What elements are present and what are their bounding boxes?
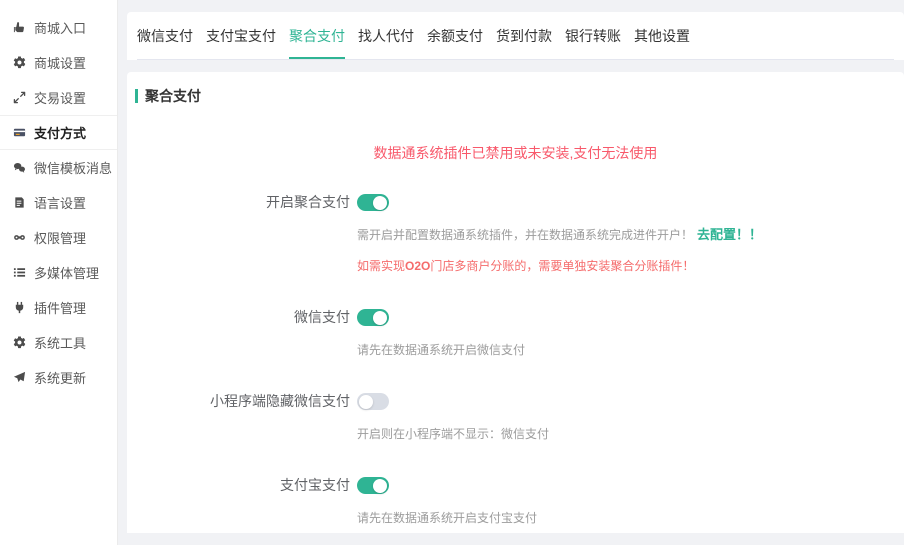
plug-icon <box>12 301 26 315</box>
row-label: 支付宝支付 <box>127 477 350 526</box>
sidebar-item-payment-methods[interactable]: 支付方式 <box>0 115 117 150</box>
sidebar-item-label: 支付方式 <box>34 123 86 142</box>
helper-text: 开启则在小程序端不显示：微信支付 <box>357 426 904 442</box>
go-configure-link[interactable]: 去配置！！ <box>697 227 762 242</box>
enable-aggregate-pay-toggle[interactable] <box>357 194 389 211</box>
row-label: 微信支付 <box>127 309 350 358</box>
sidebar-item-permissions[interactable]: 权限管理 <box>0 220 117 255</box>
helper-red-text: 如需实现O2O门店多商户分账的，需要单独安装聚合分账插件！ <box>357 258 904 274</box>
plugin-disabled-warning: 数据通系统插件已禁用或未安装,支付无法使用 <box>127 143 904 163</box>
settings-form: 开启聚合支付 需开启并配置数据通系统插件，并在数据通系统完成进件开户！去配置！！… <box>127 194 904 526</box>
sidebar-item-label: 系统更新 <box>34 368 86 387</box>
tab-pay-for-me[interactable]: 找人代付 <box>358 12 414 59</box>
sidebar-item-system-update[interactable]: 系统更新 <box>0 360 117 395</box>
form-row-hide-wechat-pay-miniprogram: 小程序端隐藏微信支付 开启则在小程序端不显示：微信支付 <box>127 393 904 442</box>
paper-plane-icon <box>12 371 26 385</box>
sidebar-item-mall-settings[interactable]: 商城设置 <box>0 45 117 80</box>
row-label: 开启聚合支付 <box>127 194 350 274</box>
section-header: 聚合支付 <box>127 72 904 106</box>
gear-icon <box>12 56 26 70</box>
sidebar-item-label: 语言设置 <box>34 193 86 212</box>
toggle-knob <box>373 479 387 493</box>
sidebar: 商城入口 商城设置 交易设置 支付方式 微信模板消息 语言设置 权限管理 <box>0 0 118 545</box>
toggle-knob <box>359 395 373 409</box>
content-area: 微信支付 支付宝支付 聚合支付 找人代付 余额支付 货到付款 银行转账 其他设置… <box>127 0 904 545</box>
form-row-wechat-pay: 微信支付 请先在数据通系统开启微信支付 <box>127 309 904 358</box>
form-row-enable-aggregate-pay: 开启聚合支付 需开启并配置数据通系统插件，并在数据通系统完成进件开户！去配置！！… <box>127 194 904 274</box>
tools-gear-icon <box>12 336 26 350</box>
tab-bank-transfer[interactable]: 银行转账 <box>565 12 621 59</box>
helper-text: 请先在数据通系统开启支付宝支付 <box>357 510 904 526</box>
section-title-text: 聚合支付 <box>145 86 201 106</box>
toggle-knob <box>373 196 387 210</box>
payment-tabs: 微信支付 支付宝支付 聚合支付 找人代付 余额支付 货到付款 银行转账 其他设置 <box>137 12 894 60</box>
sidebar-item-system-tools[interactable]: 系统工具 <box>0 325 117 360</box>
sidebar-item-label: 商城设置 <box>34 53 86 72</box>
sidebar-item-label: 插件管理 <box>34 298 86 317</box>
tab-other-settings[interactable]: 其他设置 <box>634 12 690 59</box>
payment-tabs-card: 微信支付 支付宝支付 聚合支付 找人代付 余额支付 货到付款 银行转账 其他设置 <box>127 12 904 60</box>
sidebar-item-label: 系统工具 <box>34 333 86 352</box>
sidebar-item-trade-settings[interactable]: 交易设置 <box>0 80 117 115</box>
sidebar-item-mall-entry[interactable]: 商城入口 <box>0 10 117 45</box>
language-book-icon <box>12 196 26 210</box>
storefront-entry-icon <box>12 21 26 35</box>
form-row-alipay: 支付宝支付 请先在数据通系统开启支付宝支付 <box>127 477 904 526</box>
section-accent-bar <box>135 89 138 103</box>
sidebar-item-plugins[interactable]: 插件管理 <box>0 290 117 325</box>
tab-cash-on-delivery[interactable]: 货到付款 <box>496 12 552 59</box>
goggles-icon <box>12 231 26 245</box>
tab-wechat-pay[interactable]: 微信支付 <box>137 12 193 59</box>
tab-alipay[interactable]: 支付宝支付 <box>206 12 276 59</box>
toggle-knob <box>373 311 387 325</box>
sidebar-item-wechat-template-msg[interactable]: 微信模板消息 <box>0 150 117 185</box>
alipay-toggle[interactable] <box>357 477 389 494</box>
list-icon <box>12 266 26 280</box>
aggregate-pay-panel: 聚合支付 数据通系统插件已禁用或未安装,支付无法使用 开启聚合支付 需开启并配置… <box>127 72 904 533</box>
tab-aggregate-pay[interactable]: 聚合支付 <box>289 12 345 59</box>
sidebar-item-label: 多媒体管理 <box>34 263 99 282</box>
hide-wechat-pay-toggle[interactable] <box>357 393 389 410</box>
wechat-pay-toggle[interactable] <box>357 309 389 326</box>
sidebar-item-label: 权限管理 <box>34 228 86 247</box>
sidebar-item-multimedia[interactable]: 多媒体管理 <box>0 255 117 290</box>
sidebar-item-label: 交易设置 <box>34 88 86 107</box>
sidebar-item-label: 微信模板消息 <box>34 158 112 177</box>
credit-card-icon <box>12 126 26 140</box>
exchange-arrows-icon <box>12 91 26 105</box>
tab-balance-pay[interactable]: 余额支付 <box>427 12 483 59</box>
helper-text: 请先在数据通系统开启微信支付 <box>357 342 904 358</box>
helper-text: 需开启并配置数据通系统插件，并在数据通系统完成进件开户！去配置！！ <box>357 227 904 243</box>
sidebar-item-language-settings[interactable]: 语言设置 <box>0 185 117 220</box>
wechat-bubbles-icon <box>12 161 26 175</box>
row-label: 小程序端隐藏微信支付 <box>127 393 350 442</box>
sidebar-item-label: 商城入口 <box>34 18 86 37</box>
